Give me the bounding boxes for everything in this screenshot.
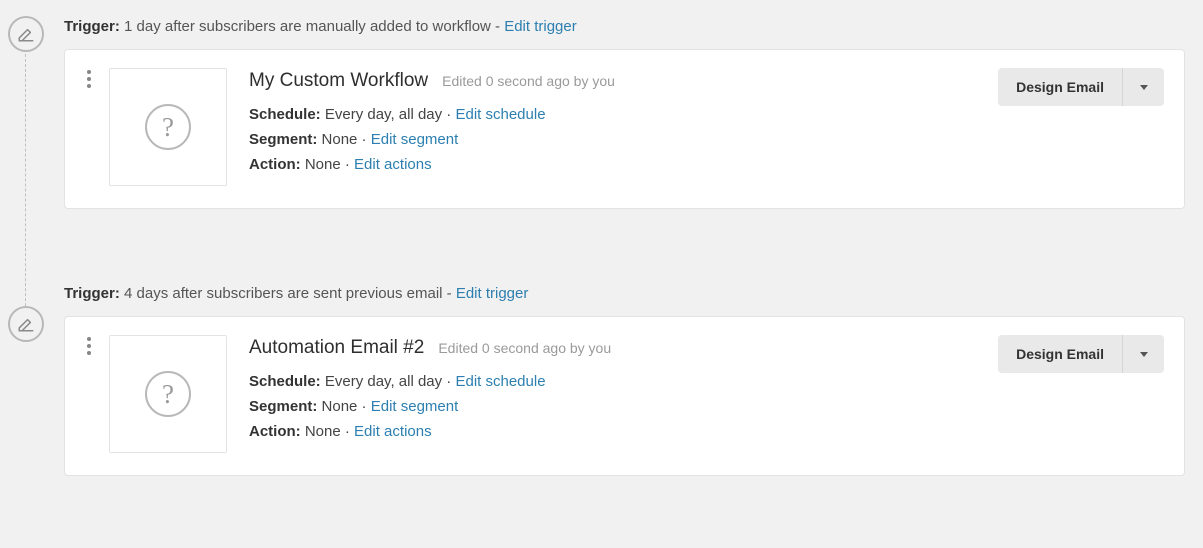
- trigger-text: 1 day after subscribers are manually add…: [124, 18, 504, 35]
- edited-meta: Edited 0 second ago by you: [438, 340, 611, 356]
- edit-schedule-link[interactable]: Edit schedule: [455, 106, 545, 123]
- trigger-label: Trigger:: [64, 18, 120, 35]
- edit-trigger-link[interactable]: Edit trigger: [456, 285, 529, 302]
- edit-schedule-link[interactable]: Edit schedule: [455, 373, 545, 390]
- schedule-value: Every day, all day: [325, 373, 442, 390]
- edit-segment-link[interactable]: Edit segment: [371, 398, 459, 415]
- edited-meta: Edited 0 second ago by you: [442, 73, 615, 89]
- edit-actions-link[interactable]: Edit actions: [354, 156, 432, 173]
- segment-value: None: [322, 131, 358, 148]
- card-title: My Custom Workflow: [249, 70, 428, 92]
- email-thumbnail[interactable]: ?: [109, 335, 227, 453]
- schedule-label: Schedule:: [249, 106, 321, 123]
- action-value: None: [305, 156, 341, 173]
- action-value: None: [305, 423, 341, 440]
- edit-trigger-link[interactable]: Edit trigger: [504, 18, 577, 35]
- segment-label: Segment:: [249, 398, 317, 415]
- more-options-icon[interactable]: [87, 70, 91, 88]
- card-title: Automation Email #2: [249, 337, 424, 359]
- chevron-down-icon: [1140, 352, 1148, 357]
- trigger-row: Trigger: 4 days after subscribers are se…: [64, 285, 1203, 302]
- more-options-icon[interactable]: [87, 337, 91, 355]
- question-icon: ?: [145, 371, 191, 417]
- design-email-button[interactable]: Design Email: [998, 335, 1122, 373]
- workflow-card: Design Email ? My Custom Workflow Edited: [64, 49, 1185, 209]
- design-email-dropdown[interactable]: [1122, 68, 1164, 106]
- schedule-label: Schedule:: [249, 373, 321, 390]
- schedule-value: Every day, all day: [325, 106, 442, 123]
- trigger-row: Trigger: 1 day after subscribers are man…: [64, 18, 1203, 35]
- trigger-text: 4 days after subscribers are sent previo…: [124, 285, 456, 302]
- email-thumbnail[interactable]: ?: [109, 68, 227, 186]
- segment-value: None: [322, 398, 358, 415]
- trigger-label: Trigger:: [64, 285, 120, 302]
- action-label: Action:: [249, 156, 301, 173]
- segment-label: Segment:: [249, 131, 317, 148]
- workflow-card: Design Email ? Automation Email #2 Edite…: [64, 316, 1185, 476]
- chevron-down-icon: [1140, 85, 1148, 90]
- pencil-icon[interactable]: [8, 306, 44, 342]
- design-email-button[interactable]: Design Email: [998, 68, 1122, 106]
- pencil-icon[interactable]: [8, 16, 44, 52]
- edit-actions-link[interactable]: Edit actions: [354, 423, 432, 440]
- action-label: Action:: [249, 423, 301, 440]
- question-icon: ?: [145, 104, 191, 150]
- edit-segment-link[interactable]: Edit segment: [371, 131, 459, 148]
- design-email-dropdown[interactable]: [1122, 335, 1164, 373]
